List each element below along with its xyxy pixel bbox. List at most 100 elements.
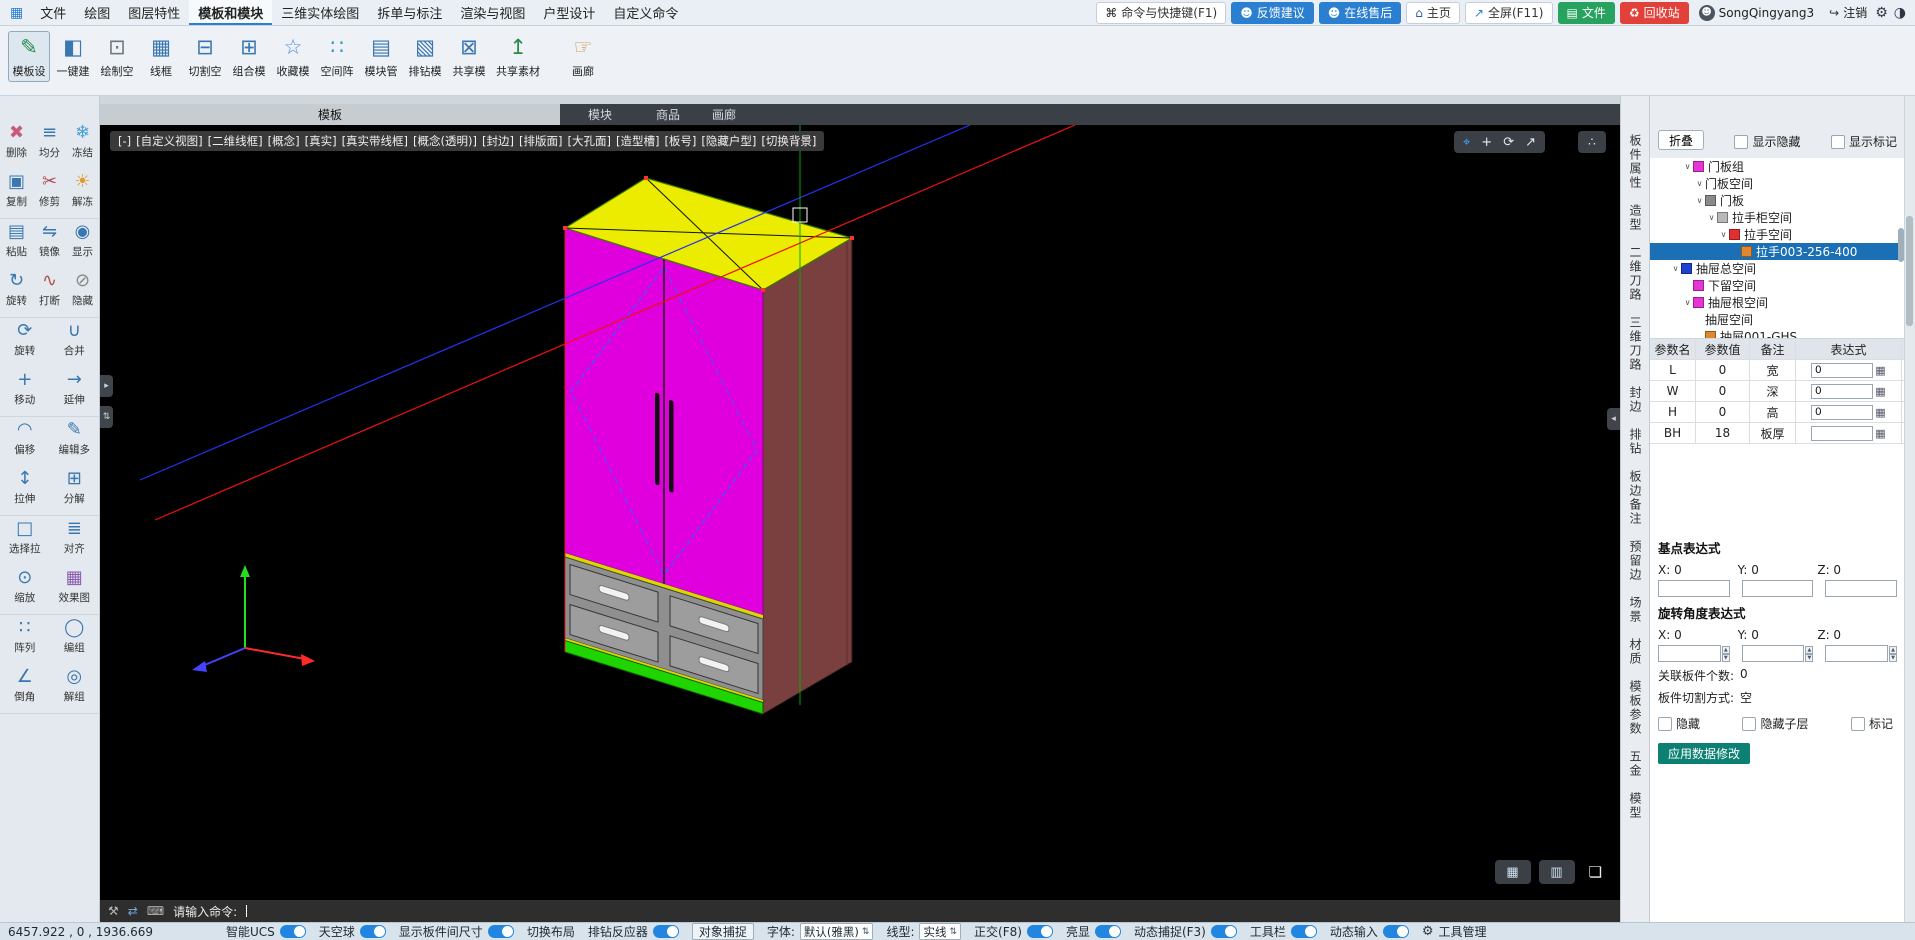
divide-evenly-tool[interactable]: ≡均分 bbox=[33, 120, 66, 169]
axis-input-2[interactable] bbox=[1825, 580, 1897, 597]
share-material-button[interactable]: ↥共享素材 bbox=[492, 31, 544, 82]
share-button[interactable]: ∴ bbox=[1578, 131, 1606, 153]
edit-polyline-tool[interactable]: ✎编辑多 bbox=[50, 417, 100, 466]
copy-tool[interactable]: ▣复制 bbox=[0, 169, 33, 218]
draw-space-button[interactable]: ⊡绘制空 bbox=[96, 31, 138, 82]
spinner-control[interactable]: ▲▼ bbox=[1805, 646, 1813, 662]
display-mode-button-1[interactable]: ▦ bbox=[1495, 860, 1531, 884]
menu-item-4[interactable]: 三维实体绘图 bbox=[272, 0, 368, 25]
stretch-tool[interactable]: ↕拉伸 bbox=[0, 466, 50, 515]
display-mode-button-2[interactable]: ▥ bbox=[1539, 860, 1575, 884]
expression-input[interactable] bbox=[1811, 405, 1873, 420]
align-tool[interactable]: ≣对齐 bbox=[50, 516, 100, 565]
object-snap-button[interactable]: 对象捕捉 bbox=[692, 923, 754, 940]
expression-grid-icon[interactable]: ▦ bbox=[1875, 427, 1885, 440]
tree-item-0[interactable]: ∨门板组 bbox=[1650, 158, 1905, 175]
extend-tool[interactable]: →延伸 bbox=[50, 367, 100, 416]
expression-input[interactable] bbox=[1811, 426, 1873, 441]
viewmode-segment-1[interactable]: [自定义视图] bbox=[136, 133, 202, 149]
delete-tool[interactable]: ✖删除 bbox=[0, 120, 33, 169]
expression-grid-icon[interactable]: ▦ bbox=[1875, 385, 1885, 398]
left-panel-expander-bottom[interactable]: ⇅ bbox=[100, 406, 113, 428]
viewmode-segment-12[interactable]: [隐藏户型] bbox=[701, 133, 756, 149]
highlight-toggle[interactable] bbox=[1095, 925, 1121, 938]
linetype-select[interactable]: 实线⇅ bbox=[919, 923, 961, 940]
logout-button[interactable]: ↪注销 bbox=[1824, 2, 1872, 24]
side-tab-0[interactable]: 板件属性 bbox=[1629, 134, 1641, 190]
module-manage-button[interactable]: ▤模块管 bbox=[360, 31, 402, 82]
flag-checkbox-0[interactable]: 隐藏 bbox=[1658, 715, 1700, 732]
viewmode-segment-9[interactable]: [大孔面] bbox=[567, 133, 610, 149]
viewmode-segment-8[interactable]: [排版面] bbox=[519, 133, 562, 149]
collapse-button[interactable]: 折叠 bbox=[1658, 130, 1704, 150]
fullscreen-button[interactable]: ↗全屏(F11) bbox=[1465, 2, 1553, 24]
dynamic-snap-toggle[interactable] bbox=[1211, 925, 1237, 938]
move-tool[interactable]: +移动 bbox=[0, 367, 50, 416]
after-sales-button[interactable]: ☻在线售后 bbox=[1319, 2, 1402, 24]
chamfer-tool[interactable]: ∠倒角 bbox=[0, 664, 50, 713]
home-button[interactable]: ⌂主页 bbox=[1406, 2, 1460, 24]
menu-item-8[interactable]: 自定义命令 bbox=[604, 0, 687, 25]
menu-item-1[interactable]: 绘图 bbox=[75, 0, 119, 25]
template-design-button[interactable]: ✎模板设 bbox=[8, 31, 50, 82]
feedback-button[interactable]: ☻反馈建议 bbox=[1231, 2, 1314, 24]
one-key-build-button[interactable]: ◧一键建 bbox=[52, 31, 94, 82]
expression-input[interactable] bbox=[1811, 384, 1873, 399]
side-tab-5[interactable]: 排钻 bbox=[1629, 428, 1641, 456]
sky-sphere-toggle[interactable] bbox=[360, 925, 386, 938]
render-preview-tool[interactable]: ▦效果图 bbox=[50, 565, 100, 614]
menu-item-5[interactable]: 拆单与标注 bbox=[368, 0, 451, 25]
show-hidden-checkbox[interactable]: 显示隐藏 bbox=[1734, 133, 1800, 150]
tree-item-1[interactable]: ∨门板空间 bbox=[1650, 175, 1905, 192]
theme-toggle-icon[interactable]: ◑ bbox=[1894, 5, 1906, 21]
show-mark-checkbox[interactable]: 显示标记 bbox=[1831, 133, 1897, 150]
axis-input-0[interactable] bbox=[1658, 580, 1730, 597]
offset-tool[interactable]: ◠偏移 bbox=[0, 417, 50, 466]
flag-checkbox-1[interactable]: 隐藏子层 bbox=[1742, 715, 1808, 732]
viewmode-segment-6[interactable]: [概念(透明)] bbox=[413, 133, 477, 149]
viewmode-segment-5[interactable]: [真实带线框] bbox=[342, 133, 408, 149]
viewmode-segment-0[interactable]: [-] bbox=[118, 134, 131, 148]
side-tab-4[interactable]: 封边 bbox=[1629, 386, 1641, 414]
side-tab-7[interactable]: 预留边 bbox=[1629, 540, 1641, 582]
tree-item-4[interactable]: ∨拉手空间 bbox=[1650, 226, 1905, 243]
tree-item-9[interactable]: 抽屉空间 bbox=[1650, 311, 1905, 328]
switch-layout-button[interactable]: 切换布局 bbox=[527, 923, 575, 940]
mirror-tool[interactable]: ⇋镜像 bbox=[33, 219, 66, 268]
customize-tools-icon[interactable]: ⚒ bbox=[108, 904, 119, 918]
viewmode-segment-4[interactable]: [真实] bbox=[305, 133, 337, 149]
drill-reactor-toggle[interactable] bbox=[653, 925, 679, 938]
side-tab-9[interactable]: 材质 bbox=[1629, 638, 1641, 666]
orbit-tool-icon[interactable]: ⟳ bbox=[1503, 135, 1514, 150]
unfreeze-tool[interactable]: ☀解冻 bbox=[66, 169, 99, 218]
viewport-3d[interactable]: [-][自定义视图][二维线框][概念][真实][真实带线框][概念(透明)][… bbox=[100, 125, 1620, 922]
side-tab-3[interactable]: 三维刀路 bbox=[1629, 316, 1641, 372]
tree-item-5[interactable]: 拉手003-256-400 bbox=[1650, 243, 1905, 260]
paste-tool[interactable]: ▤粘贴 bbox=[0, 219, 33, 268]
axis-input-1[interactable] bbox=[1742, 580, 1814, 597]
side-tab-1[interactable]: 造型 bbox=[1629, 204, 1641, 232]
freeze-tool[interactable]: ❄冻结 bbox=[66, 120, 99, 169]
combine-module-button[interactable]: ⊞组合模 bbox=[228, 31, 270, 82]
viewmode-segment-13[interactable]: [切换背景] bbox=[761, 133, 816, 149]
side-tab-12[interactable]: 模型 bbox=[1629, 792, 1641, 820]
trim-tool[interactable]: ✂修剪 bbox=[33, 169, 66, 218]
recycle-bin-button[interactable]: ♻回收站 bbox=[1620, 2, 1689, 24]
settings-gear-icon[interactable]: ⚙ bbox=[1875, 5, 1888, 21]
array-tool[interactable]: ∷阵列 bbox=[0, 615, 50, 664]
tree-item-6[interactable]: ∨抽屉总空间 bbox=[1650, 260, 1905, 277]
break-tool[interactable]: ∿打断 bbox=[33, 268, 66, 317]
tree-item-2[interactable]: ∨门板 bbox=[1650, 192, 1905, 209]
toolbar-visibility-toggle[interactable] bbox=[1291, 925, 1317, 938]
smart-ucs-toggle[interactable] bbox=[280, 925, 306, 938]
group-tool[interactable]: ◯编组 bbox=[50, 615, 100, 664]
select-tool-icon[interactable]: ⌖ bbox=[1463, 135, 1470, 150]
cut-space-button[interactable]: ⊟切割空 bbox=[184, 31, 226, 82]
select-stretch-tool[interactable]: □选择拉 bbox=[0, 516, 50, 565]
pan-tool-icon[interactable]: + bbox=[1481, 135, 1492, 150]
export-view-icon[interactable]: ↗ bbox=[1525, 135, 1536, 150]
explode-tool[interactable]: ⊞分解 bbox=[50, 466, 100, 515]
command-prompt[interactable]: 请输入命令: bbox=[173, 903, 237, 920]
space-array-button[interactable]: ∷空间阵 bbox=[316, 31, 358, 82]
apply-data-button[interactable]: 应用数据修改 bbox=[1658, 743, 1750, 764]
